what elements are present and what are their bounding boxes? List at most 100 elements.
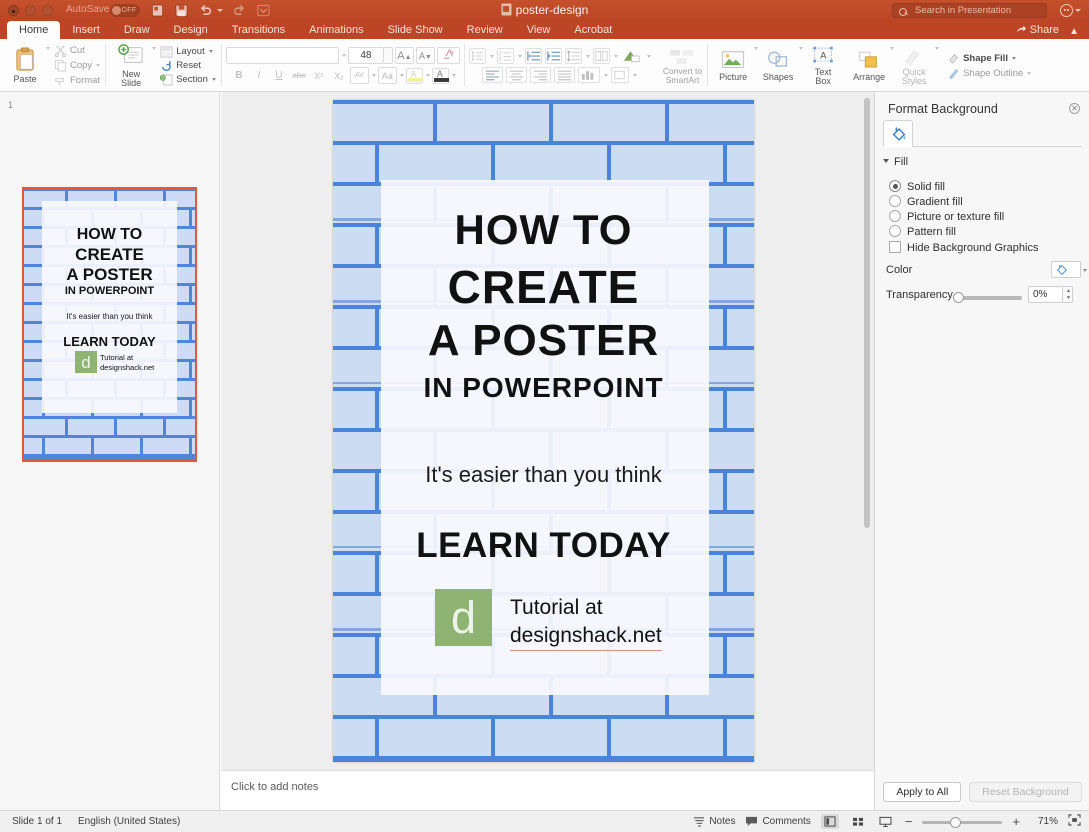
change-case-caret-icon[interactable]: [400, 74, 404, 77]
shape-outline-button[interactable]: Shape Outline: [947, 67, 1031, 80]
canvas-vertical-scrollbar[interactable]: [864, 98, 870, 728]
picture-button[interactable]: Picture: [713, 50, 753, 82]
align-center-button[interactable]: [506, 67, 527, 83]
slide-title-line-1[interactable]: HOW TO: [333, 206, 754, 254]
language-label[interactable]: English (United States): [78, 816, 180, 827]
decrease-indent-button[interactable]: [525, 48, 542, 64]
notes-toggle-button[interactable]: Notes: [693, 816, 735, 827]
layout-dropdown-caret-icon[interactable]: [209, 50, 213, 53]
zoom-out-button[interactable]: −: [905, 814, 913, 829]
reset-button[interactable]: Reset: [160, 60, 216, 72]
italic-button[interactable]: I: [250, 68, 268, 84]
section-button[interactable]: Section: [160, 74, 216, 86]
color-picker-caret-icon[interactable]: [1083, 269, 1087, 272]
underline-button[interactable]: U: [270, 68, 288, 84]
copy-button[interactable]: Copy: [54, 59, 100, 72]
search-input[interactable]: Search in Presentation: [892, 3, 1047, 18]
background-color-picker[interactable]: [1051, 261, 1081, 278]
tab-design[interactable]: Design: [162, 21, 220, 39]
radio-solid-fill[interactable]: [889, 180, 901, 192]
text-box-button[interactable]: A Text Box: [803, 45, 843, 86]
zoom-slider-knob[interactable]: [950, 817, 961, 828]
fit-to-window-button[interactable]: [1068, 814, 1081, 829]
tab-acrobat[interactable]: Acrobat: [562, 21, 624, 39]
line-spacing-button[interactable]: [565, 48, 582, 64]
align-right-button[interactable]: [530, 67, 551, 83]
cut-button[interactable]: Cut: [54, 44, 100, 57]
copy-dropdown-caret-icon[interactable]: [96, 64, 100, 67]
grow-font-button[interactable]: A▲: [395, 47, 414, 64]
shape-outline-caret-icon[interactable]: [1027, 72, 1031, 75]
slide-title-line-3[interactable]: A POSTER: [333, 316, 754, 366]
bold-button[interactable]: B: [230, 68, 248, 84]
columns-caret-icon[interactable]: [614, 55, 618, 58]
text-direction-button[interactable]: [621, 48, 643, 64]
transparency-slider-track[interactable]: [956, 296, 1022, 300]
tab-animations[interactable]: Animations: [297, 21, 375, 39]
transparency-stepper[interactable]: ▲ ▼: [1063, 286, 1073, 303]
quick-styles-button[interactable]: Quick Styles: [894, 45, 934, 86]
reset-background-button[interactable]: Reset Background: [969, 782, 1081, 802]
presenter-view-button[interactable]: [877, 814, 895, 829]
fill-section-header[interactable]: Fill: [883, 156, 908, 168]
slide-thumbnail-1[interactable]: HOW TO CREATE A POSTER IN POWERPOINT It'…: [22, 187, 197, 462]
change-case-button[interactable]: Aa: [378, 67, 397, 84]
shrink-font-button[interactable]: A▼: [416, 47, 435, 64]
normal-view-button[interactable]: [821, 814, 839, 829]
new-slide-dropdown-caret-icon[interactable]: [152, 47, 156, 50]
slide-title-line-4[interactable]: IN POWERPOINT: [333, 372, 754, 404]
feedback-dropdown-caret-icon[interactable]: [1075, 9, 1081, 12]
checkbox-hide-background-graphics[interactable]: [889, 241, 901, 253]
font-size-stepper[interactable]: [384, 47, 393, 64]
tab-slide-show[interactable]: Slide Show: [376, 21, 455, 39]
slide-title-line-2[interactable]: CREATE: [333, 260, 754, 314]
line-spacing-caret-icon[interactable]: [586, 55, 590, 58]
radio-picture-or-texture-fill[interactable]: [889, 210, 901, 222]
bullets-caret-icon[interactable]: [490, 55, 494, 58]
zoom-slider[interactable]: [922, 816, 1002, 828]
tab-review[interactable]: Review: [455, 21, 515, 39]
quick-styles-caret-icon[interactable]: [935, 47, 939, 50]
tab-transitions[interactable]: Transitions: [220, 21, 297, 39]
transparency-value-input[interactable]: 0%: [1028, 286, 1063, 303]
apply-to-all-button[interactable]: Apply to All: [883, 782, 961, 802]
slide-thumbnail-pane[interactable]: 1: [0, 92, 220, 810]
tab-fill-and-line[interactable]: [883, 120, 913, 147]
new-slide-button[interactable]: New Slide: [111, 44, 151, 88]
increase-indent-button[interactable]: [545, 48, 562, 64]
slide-tutorial-text[interactable]: Tutorial at designshack.net: [510, 594, 662, 651]
strikethrough-button[interactable]: abc: [290, 68, 308, 84]
font-color-caret-icon[interactable]: [452, 74, 456, 77]
shapes-button[interactable]: Shapes: [758, 50, 798, 82]
text-highlight-button[interactable]: A: [406, 68, 423, 84]
font-name-input[interactable]: [226, 47, 339, 64]
numbering-caret-icon[interactable]: [518, 55, 522, 58]
character-spacing-caret-icon[interactable]: [372, 74, 376, 77]
font-size-input[interactable]: 48: [348, 47, 384, 64]
slide-editing-surface[interactable]: HOW TO CREATE A POSTER IN POWERPOINT It'…: [333, 100, 754, 762]
section-dropdown-caret-icon[interactable]: [212, 78, 216, 81]
arrange-button[interactable]: Arrange: [849, 50, 889, 82]
shape-fill-caret-icon[interactable]: [1012, 57, 1016, 60]
slide-cta[interactable]: LEARN TODAY: [333, 526, 754, 566]
canvas-scroll-thumb[interactable]: [864, 98, 870, 528]
paste-button[interactable]: Paste: [5, 47, 45, 84]
layout-button[interactable]: Layout: [160, 46, 216, 58]
font-color-button[interactable]: A: [432, 68, 449, 84]
notes-pane[interactable]: Click to add notes: [221, 770, 874, 810]
justify-button[interactable]: [554, 67, 575, 83]
character-spacing-button[interactable]: AV: [350, 67, 369, 84]
notes-placeholder[interactable]: Click to add notes: [231, 781, 318, 793]
zoom-in-button[interactable]: +: [1012, 814, 1020, 829]
tab-insert[interactable]: Insert: [60, 21, 112, 39]
superscript-button[interactable]: X²: [310, 68, 328, 84]
align-objects-button[interactable]: [611, 67, 629, 83]
format-painter-button[interactable]: Format: [54, 74, 100, 87]
slide-subtitle[interactable]: It's easier than you think: [333, 462, 754, 488]
slide-sorter-button[interactable]: [849, 814, 867, 829]
tab-view[interactable]: View: [515, 21, 563, 39]
tab-home[interactable]: Home: [7, 21, 60, 39]
bullets-button[interactable]: [469, 48, 486, 64]
paste-dropdown-caret-icon[interactable]: [46, 47, 50, 50]
text-highlight-caret-icon[interactable]: [426, 74, 430, 77]
